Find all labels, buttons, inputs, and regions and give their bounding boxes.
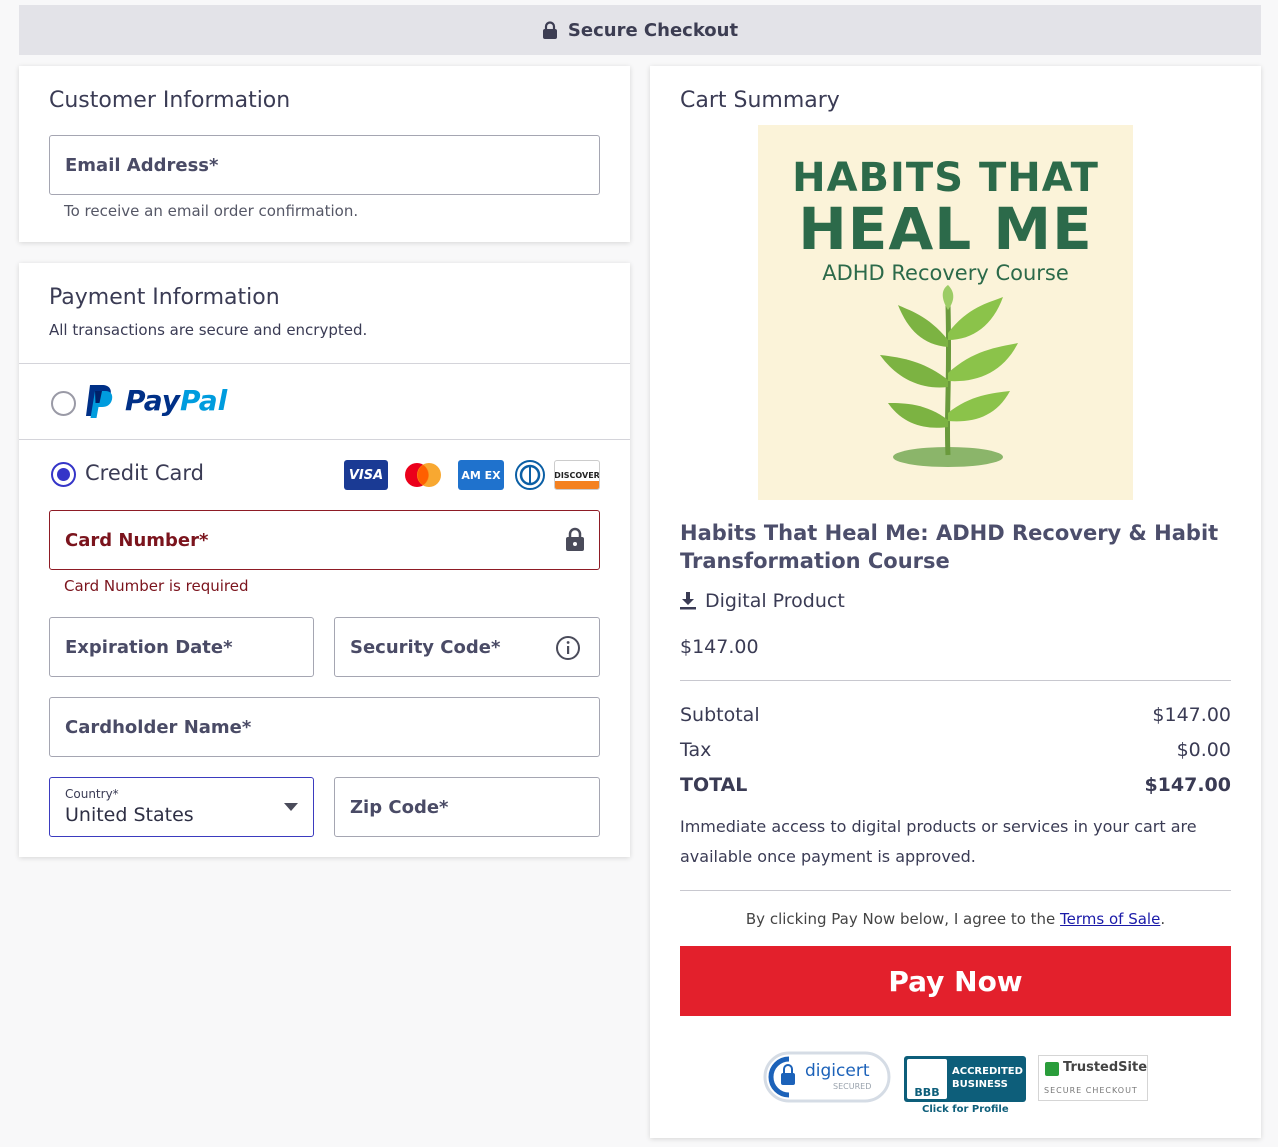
- subtotal-label: Subtotal: [680, 704, 760, 726]
- digicert-badge[interactable]: digicert SECURED: [763, 1051, 893, 1103]
- tax-label: Tax: [680, 739, 712, 761]
- country-value: United States: [65, 804, 194, 826]
- product-image: HABITS THAT HEAL ME ADHD Recovery Course: [758, 125, 1133, 500]
- cardholder-placeholder: Cardholder Name*: [65, 716, 252, 738]
- total-row: TOTAL $147.00: [680, 774, 1231, 796]
- paypal-radio[interactable]: [51, 391, 76, 416]
- expiration-placeholder: Expiration Date*: [65, 636, 233, 658]
- subtotal-row: Subtotal $147.00: [680, 704, 1231, 726]
- zip-code-field[interactable]: Zip Code*: [334, 777, 600, 837]
- customer-information-card: Customer Information Email Address* To r…: [19, 66, 630, 242]
- access-note: Immediate access to digital products or …: [680, 817, 1197, 866]
- diners-club-icon: [514, 460, 546, 490]
- digicert-name: digicert: [805, 1061, 870, 1081]
- product-type-label: Digital Product: [705, 590, 845, 612]
- bbb-caption: Click for Profile: [922, 1104, 1009, 1115]
- checkmark-icon: [1045, 1062, 1059, 1076]
- security-code-field[interactable]: Security Code*: [334, 617, 600, 677]
- tax-value: $0.00: [1176, 739, 1231, 761]
- agree-suffix: .: [1160, 910, 1166, 928]
- credit-card-label[interactable]: Credit Card: [85, 461, 204, 485]
- email-placeholder: Email Address*: [65, 154, 219, 176]
- pay-now-button[interactable]: Pay Now: [680, 946, 1231, 1016]
- tax-row: Tax $0.00: [680, 739, 1231, 761]
- lock-icon: [566, 527, 584, 551]
- image-subtitle: ADHD Recovery Course: [822, 261, 1069, 285]
- subtotal-value: $147.00: [1152, 704, 1231, 726]
- paypal-logo-icon: [86, 385, 113, 418]
- customer-heading: Customer Information: [49, 88, 291, 113]
- info-icon[interactable]: [555, 635, 581, 661]
- payment-heading: Payment Information: [49, 285, 280, 310]
- trustedsite-badge[interactable]: TrustedSite SECURE CHECKOUT: [1038, 1055, 1148, 1101]
- chevron-down-icon: [284, 803, 298, 811]
- card-number-error: Card Number is required: [64, 577, 249, 595]
- terms-of-sale-link[interactable]: Terms of Sale: [1060, 910, 1160, 928]
- product-type: Digital Product: [680, 590, 845, 612]
- cart-heading: Cart Summary: [680, 88, 840, 113]
- expiration-date-field[interactable]: Expiration Date*: [49, 617, 314, 677]
- email-helper-text: To receive an email order confirmation.: [64, 202, 359, 220]
- paypal-option[interactable]: PayPal: [19, 364, 630, 439]
- download-icon: [680, 592, 696, 610]
- country-select[interactable]: Country* United States: [49, 777, 314, 837]
- image-title-line2: HEAL ME: [798, 195, 1093, 263]
- secure-checkout-banner: Secure Checkout: [19, 5, 1261, 55]
- bbb-badge[interactable]: BBB ACCREDITED BUSINESS Click for Profil…: [904, 1056, 1026, 1118]
- paypal-wordmark: PayPal: [125, 384, 228, 417]
- product-title: Habits That Heal Me: ADHD Recovery & Hab…: [680, 521, 1219, 573]
- bbb-line2: BUSINESS: [952, 1079, 1008, 1090]
- agree-text: By clicking Pay Now below, I agree to th…: [745, 910, 1056, 928]
- card-number-field[interactable]: Card Number*: [49, 510, 600, 570]
- divider: [19, 439, 630, 440]
- lock-icon: [542, 21, 557, 39]
- trustedsite-name: TrustedSite: [1063, 1060, 1148, 1075]
- cart-summary-card: Cart Summary HABITS THAT HEAL ME ADHD Re…: [650, 66, 1261, 1138]
- credit-card-radio[interactable]: [51, 462, 76, 487]
- zip-placeholder: Zip Code*: [350, 796, 449, 818]
- cardholder-name-field[interactable]: Cardholder Name*: [49, 697, 600, 757]
- bbb-line1: ACCREDITED: [952, 1066, 1023, 1077]
- plant-sprout-icon: [880, 285, 1018, 467]
- amex-icon: AM EX: [458, 460, 504, 490]
- trustedsite-sub: SECURE CHECKOUT: [1044, 1086, 1138, 1095]
- divider: [680, 890, 1231, 891]
- payment-information-card: Payment Information All transactions are…: [19, 263, 630, 857]
- visa-icon: VISA: [344, 460, 388, 490]
- security-code-placeholder: Security Code*: [350, 636, 501, 658]
- bbb-logo-icon: BBB: [907, 1059, 947, 1099]
- payment-subheading: All transactions are secure and encrypte…: [49, 321, 368, 339]
- digicert-sub: SECURED: [833, 1082, 872, 1091]
- terms-agreement: By clicking Pay Now below, I agree to th…: [680, 910, 1231, 928]
- total-label: TOTAL: [680, 774, 748, 796]
- discover-icon: DISCOVER: [554, 460, 600, 490]
- country-label: Country*: [65, 787, 119, 801]
- total-value: $147.00: [1144, 774, 1231, 796]
- email-field[interactable]: Email Address*: [49, 135, 600, 195]
- divider: [680, 680, 1231, 681]
- mastercard-icon: [401, 460, 445, 490]
- banner-title: Secure Checkout: [567, 19, 739, 41]
- product-price: $147.00: [680, 636, 759, 658]
- card-number-placeholder: Card Number*: [65, 529, 209, 551]
